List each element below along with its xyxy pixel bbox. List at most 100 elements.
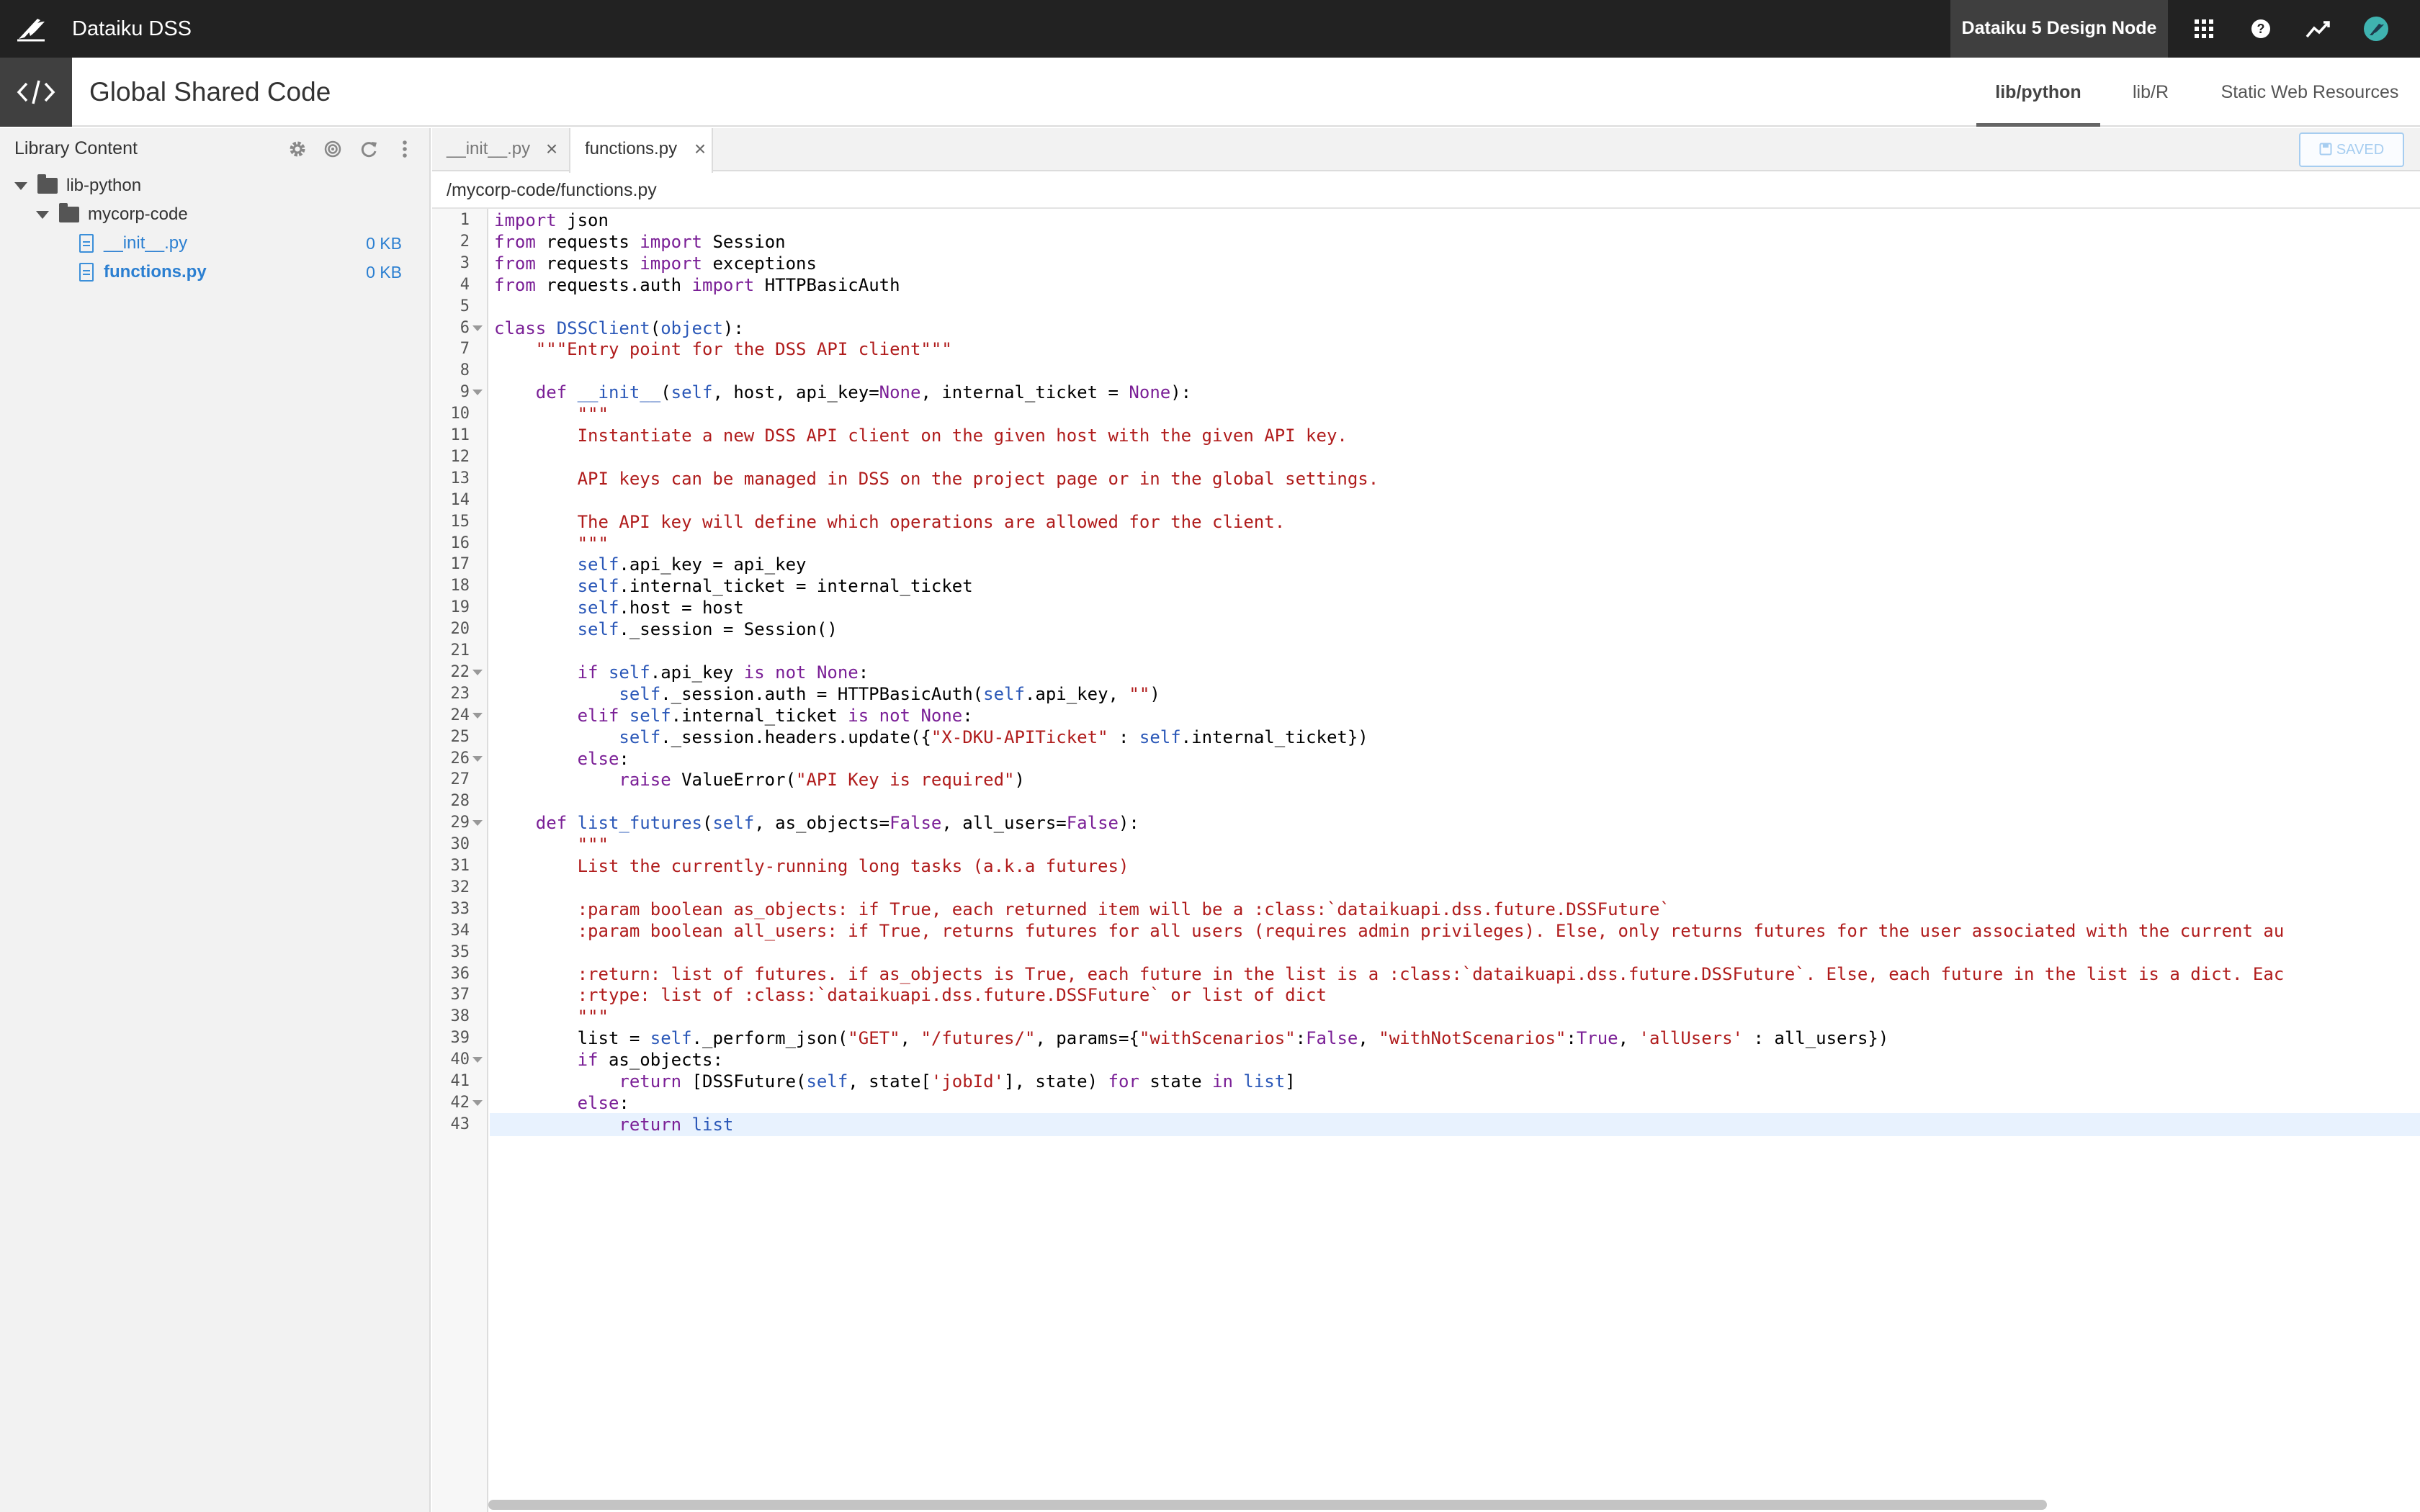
code-token: 'allUsers' — [1639, 1028, 1744, 1049]
tree-file-init[interactable]: __init__.py — [79, 229, 411, 258]
fold-arrow-icon[interactable] — [472, 669, 483, 675]
code-token: else — [577, 1092, 619, 1113]
code-line[interactable]: :param boolean as_objects: if True, each… — [494, 898, 1670, 921]
code-line[interactable]: def list_futures(self, as_objects=False,… — [494, 811, 1139, 834]
line-number: 24 — [450, 706, 470, 724]
code-token: , — [900, 1028, 921, 1049]
code-line[interactable]: :return: list of futures. if as_objects … — [494, 963, 2285, 986]
fold-arrow-icon[interactable] — [472, 325, 483, 331]
code-line[interactable]: """ — [494, 532, 609, 555]
apps-grid-icon[interactable] — [2190, 14, 2218, 43]
tab-static-web-resources[interactable]: Static Web Resources — [2215, 58, 2404, 127]
line-number: 29 — [450, 814, 470, 832]
code-editor[interactable]: 1 2 3 4 5 6 7 8 9 10 11 12 13 14 15 16 17 18 19 20 21 22 23 24 2… — [432, 209, 2420, 1512]
code-token: def — [535, 382, 568, 403]
code-line[interactable]: return [DSSFuture(self, state['jobId'], … — [494, 1070, 1295, 1093]
code-line[interactable]: :rtype: list of :class:`dataikuapi.dss.f… — [494, 984, 1327, 1007]
profile-avatar-icon[interactable] — [2362, 14, 2390, 43]
tab-lib-python[interactable]: lib/python — [1976, 58, 2100, 127]
code-line[interactable]: from requests import Session — [494, 230, 786, 253]
code-token: ): — [1118, 813, 1139, 834]
code-token: :rtype: list of :class:`dataikuapi.dss.f… — [577, 985, 1327, 1006]
code-line[interactable]: The API key will define which operations… — [494, 510, 1286, 534]
code-line[interactable]: from requests.auth import HTTPBasicAuth — [494, 274, 900, 297]
code-line[interactable]: from requests import exceptions — [494, 252, 817, 275]
line-number: 36 — [450, 964, 470, 983]
target-icon[interactable] — [322, 138, 344, 160]
app-title[interactable]: Dataiku DSS — [72, 0, 192, 58]
code-token: self — [650, 1028, 692, 1049]
code-token: False — [1306, 1028, 1358, 1049]
code-line[interactable]: List the currently-running long tasks (a… — [494, 855, 1129, 878]
code-line[interactable]: def __init__(self, host, api_key=None, i… — [494, 381, 1191, 404]
caret-down-icon[interactable] — [36, 210, 49, 219]
fold-arrow-icon[interactable] — [472, 1099, 483, 1106]
close-icon[interactable]: × — [691, 128, 709, 171]
code-line[interactable]: self._session = Session() — [494, 618, 838, 641]
code-line[interactable]: Instantiate a new DSS API client on the … — [494, 424, 1348, 447]
code-line[interactable]: list = self._perform_json("GET", "/futur… — [494, 1027, 1889, 1050]
code-token: requests — [535, 231, 640, 252]
horizontal-scrollbar[interactable] — [488, 1500, 2047, 1510]
line-number: 18 — [450, 577, 470, 595]
node-label[interactable]: Dataiku 5 Design Node — [1950, 0, 2168, 58]
code-line[interactable]: self.internal_ticket = internal_ticket — [494, 575, 973, 598]
code-line[interactable]: self.host = host — [494, 596, 744, 619]
file-path-bar: /mycorp-code/functions.py — [432, 173, 2420, 209]
fold-arrow-icon[interactable] — [472, 1057, 483, 1063]
tree-folder-mycorp-code[interactable]: mycorp-code — [36, 200, 188, 229]
code-line[interactable]: """ — [494, 833, 609, 856]
code-line[interactable]: self.api_key = api_key — [494, 553, 807, 576]
more-vertical-icon[interactable] — [394, 138, 416, 160]
code-line[interactable]: """ — [494, 402, 609, 426]
refresh-icon[interactable] — [358, 138, 380, 160]
code-token: ): — [1170, 382, 1192, 403]
code-line[interactable]: """Entry point for the DSS API client""" — [494, 338, 952, 361]
code-line[interactable]: if self.api_key is not None: — [494, 661, 869, 684]
fold-arrow-icon[interactable] — [472, 390, 483, 396]
code-line[interactable]: return list — [494, 1113, 733, 1136]
activity-icon[interactable] — [2304, 14, 2333, 43]
code-token: ._session = Session() — [619, 619, 838, 640]
gear-icon[interactable] — [287, 138, 308, 160]
dataiku-logo-icon[interactable] — [16, 14, 48, 43]
code-line[interactable]: """ — [494, 1005, 609, 1028]
sidebar-title: Library Content — [14, 138, 138, 158]
code-token: return — [619, 1114, 682, 1135]
line-number: 27 — [450, 770, 470, 789]
code-line[interactable]: elif self.internal_ticket is not None: — [494, 704, 973, 727]
code-line[interactable]: else: — [494, 1092, 629, 1115]
tab-lib-r[interactable]: lib/R — [2122, 58, 2179, 127]
tree-folder-lib-python[interactable]: lib-python — [14, 171, 141, 200]
code-line[interactable]: self._session.headers.update({"X-DKU-API… — [494, 726, 1368, 749]
code-token: exceptions — [702, 253, 817, 274]
fold-arrow-icon[interactable] — [472, 712, 483, 719]
saved-button[interactable]: SAVED — [2299, 132, 2404, 167]
line-number: 5 — [460, 297, 470, 315]
code-token: requests — [535, 253, 640, 274]
line-number: 1 — [460, 211, 470, 229]
fold-arrow-icon[interactable] — [472, 820, 483, 827]
saved-label: SAVED — [2336, 142, 2385, 158]
code-line[interactable]: raise ValueError("API Key is required") — [494, 768, 1025, 791]
code-token: ( — [660, 382, 671, 403]
fold-arrow-icon[interactable] — [472, 755, 483, 762]
close-icon[interactable]: × — [543, 128, 560, 171]
code-token: ) — [1014, 770, 1025, 791]
tree-file-functions[interactable]: functions.py — [79, 258, 411, 287]
code-token: : — [619, 748, 629, 769]
code-line[interactable]: import json — [494, 209, 609, 232]
tree-item-label: functions.py — [104, 262, 207, 282]
code-line[interactable]: self._session.auth = HTTPBasicAuth(self.… — [494, 683, 1160, 706]
code-line[interactable]: class DSSClient(object): — [494, 317, 744, 340]
code-line[interactable]: :param boolean all_users: if True, retur… — [494, 919, 2285, 942]
code-line[interactable]: if as_objects: — [494, 1048, 723, 1071]
code-line[interactable]: API keys can be managed in DSS on the pr… — [494, 467, 1379, 490]
help-icon[interactable]: ? — [2246, 14, 2275, 43]
code-line[interactable]: else: — [494, 747, 629, 770]
code-token: return — [619, 1071, 682, 1092]
caret-down-icon[interactable] — [14, 181, 27, 190]
line-number: 32 — [450, 878, 470, 896]
